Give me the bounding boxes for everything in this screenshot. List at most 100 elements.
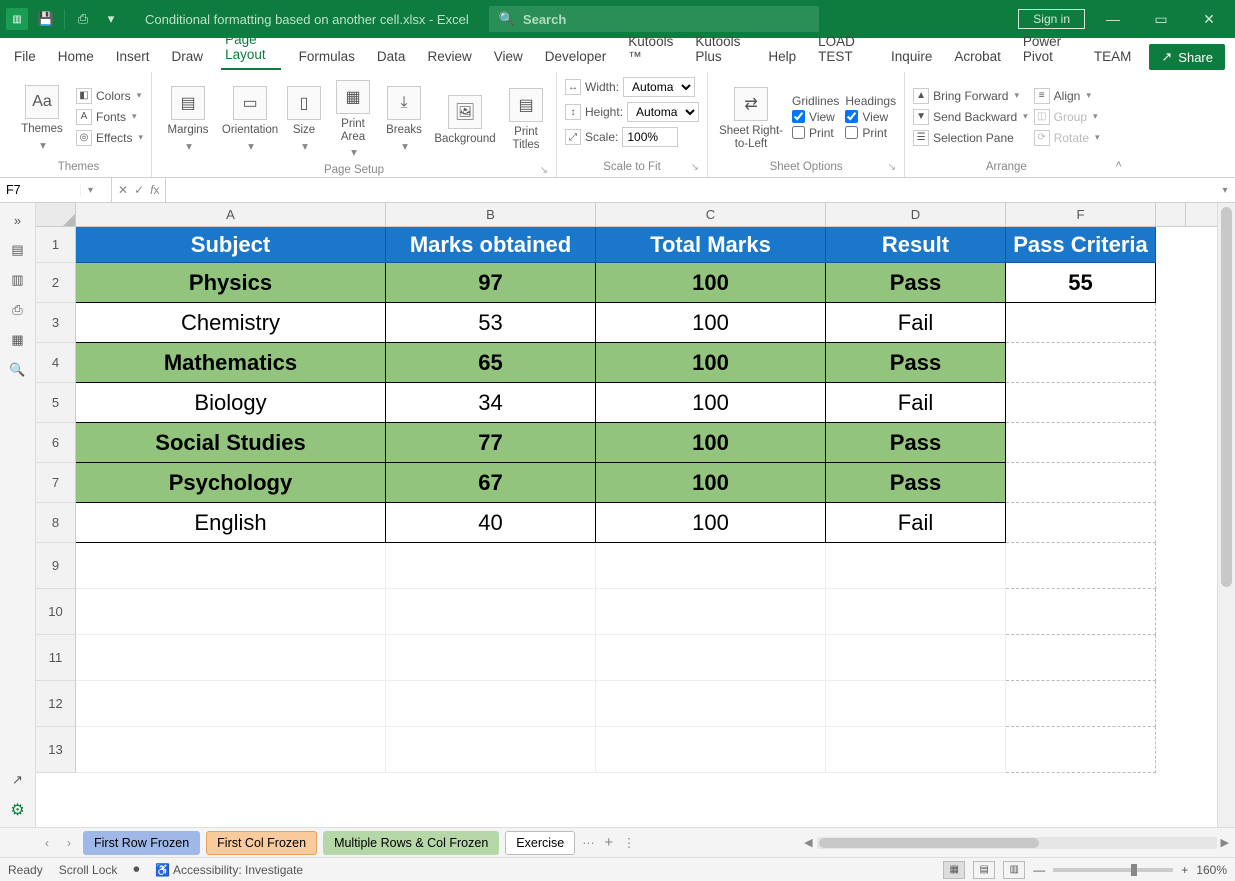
cell-subject[interactable]: Chemistry	[76, 303, 386, 343]
status-accessibility[interactable]: ♿ Accessibility: Investigate	[155, 863, 303, 877]
header-total[interactable]: Total Marks	[596, 227, 826, 263]
tab-draw[interactable]: Draw	[168, 43, 208, 70]
tab-home[interactable]: Home	[54, 43, 98, 70]
view-page-break-button[interactable]: ▥	[1003, 861, 1025, 879]
row-header[interactable]: 2	[36, 263, 76, 303]
print-area-button[interactable]: ▦Print Area▾	[330, 76, 376, 160]
cell-result[interactable]: Fail	[826, 503, 1006, 543]
print-icon[interactable]: ⎙	[73, 9, 93, 29]
header-marks[interactable]: Marks obtained	[386, 227, 596, 263]
background-button[interactable]: 🖼Background	[432, 91, 498, 146]
tab-data[interactable]: Data	[373, 43, 410, 70]
cell-marks[interactable]: 40	[386, 503, 596, 543]
header-result[interactable]: Result	[826, 227, 1006, 263]
cell-empty[interactable]	[1006, 503, 1156, 543]
row-header[interactable]: 1	[36, 227, 76, 263]
collapse-ribbon-button[interactable]: ˄	[1108, 72, 1130, 177]
tab-team[interactable]: TEAM	[1090, 43, 1136, 70]
cell-empty[interactable]	[826, 635, 1006, 681]
tab-file[interactable]: File	[10, 43, 40, 70]
zoom-slider-handle[interactable]	[1131, 864, 1137, 876]
tab-review[interactable]: Review	[423, 43, 475, 70]
colors-button[interactable]: ◧Colors▾	[76, 87, 143, 105]
cell-total[interactable]: 100	[596, 263, 826, 303]
fonts-button[interactable]: AFonts▾	[76, 108, 143, 126]
col-header-d[interactable]: D	[826, 203, 1006, 226]
col-header-a[interactable]: A	[76, 203, 386, 226]
tab-power-pivot[interactable]: Power Pivot	[1019, 28, 1076, 70]
sheet-options-launcher[interactable]: ↘	[888, 162, 896, 173]
sign-in-button[interactable]: Sign in	[1018, 9, 1085, 29]
cell-marks[interactable]: 65	[386, 343, 596, 383]
cell-marks[interactable]: 97	[386, 263, 596, 303]
row-header[interactable]: 13	[36, 727, 76, 773]
side-link-icon[interactable]: ↗	[9, 771, 27, 789]
cell-empty[interactable]	[826, 727, 1006, 773]
row-header[interactable]: 12	[36, 681, 76, 727]
tab-insert[interactable]: Insert	[112, 43, 154, 70]
enter-formula-icon[interactable]: ✓	[134, 183, 144, 197]
cell-marks[interactable]: 53	[386, 303, 596, 343]
align-button[interactable]: ≡Align▾	[1034, 87, 1100, 105]
side-table-icon[interactable]: ▦	[9, 331, 27, 349]
cell-empty[interactable]	[1006, 303, 1156, 343]
cell-empty[interactable]	[386, 635, 596, 681]
effects-button[interactable]: ◎Effects▾	[76, 129, 143, 147]
cell-empty[interactable]	[826, 589, 1006, 635]
cell-result[interactable]: Pass	[826, 463, 1006, 503]
fx-icon[interactable]: fx	[150, 183, 159, 197]
cell-empty[interactable]	[386, 589, 596, 635]
headings-view-check[interactable]: View	[845, 110, 896, 124]
row-header[interactable]: 6	[36, 423, 76, 463]
row-header[interactable]: 5	[36, 383, 76, 423]
hscroll-thumb[interactable]	[819, 838, 1039, 848]
hscroll-left[interactable]: ◀	[804, 836, 812, 849]
cell-empty[interactable]	[386, 681, 596, 727]
close-button[interactable]: ✕	[1189, 4, 1229, 34]
rotate-button[interactable]: ⟳Rotate▾	[1034, 129, 1100, 147]
cell-total[interactable]: 100	[596, 503, 826, 543]
cell-empty[interactable]	[826, 543, 1006, 589]
themes-button[interactable]: Aa Themes ▾	[14, 81, 70, 152]
zoom-slider[interactable]	[1053, 868, 1173, 872]
cell-empty[interactable]	[1006, 383, 1156, 423]
cell-subject[interactable]: English	[76, 503, 386, 543]
tab-view[interactable]: View	[490, 43, 527, 70]
side-settings-icon[interactable]: ⚙	[9, 801, 27, 819]
row-header[interactable]: 8	[36, 503, 76, 543]
zoom-out-button[interactable]: —	[1033, 863, 1045, 877]
tab-help[interactable]: Help	[764, 43, 800, 70]
zoom-in-button[interactable]: +	[1181, 863, 1188, 877]
zoom-level[interactable]: 160%	[1196, 863, 1227, 877]
cell-empty[interactable]	[76, 635, 386, 681]
gridlines-view-check[interactable]: View	[792, 110, 839, 124]
side-column-icon[interactable]: ▥	[9, 271, 27, 289]
expand-formula-bar[interactable]: ▾	[1215, 178, 1235, 202]
cell-subject[interactable]: Social Studies	[76, 423, 386, 463]
bring-forward-button[interactable]: ▲Bring Forward▾	[913, 87, 1028, 105]
tab-load-test[interactable]: LOAD TEST	[814, 28, 873, 70]
qat-dropdown-icon[interactable]: ▾	[101, 9, 121, 29]
cell-marks[interactable]: 34	[386, 383, 596, 423]
side-expand-icon[interactable]: »	[9, 211, 27, 229]
cell-empty[interactable]	[596, 727, 826, 773]
width-select[interactable]: Automatic	[623, 77, 695, 97]
name-box-dropdown[interactable]: ▾	[80, 185, 100, 196]
col-header-c[interactable]: C	[596, 203, 826, 226]
cell-subject[interactable]: Biology	[76, 383, 386, 423]
formula-input[interactable]	[166, 178, 1215, 202]
sheet-nav-right[interactable]: ›	[58, 836, 80, 850]
send-backward-button[interactable]: ▼Send Backward▾	[913, 108, 1028, 126]
cell-empty[interactable]	[76, 681, 386, 727]
side-find-icon[interactable]: 🔍	[9, 361, 27, 379]
height-select[interactable]: Automatic	[627, 102, 699, 122]
cell-empty[interactable]	[1006, 463, 1156, 503]
cell-empty[interactable]	[1006, 589, 1156, 635]
row-header[interactable]: 4	[36, 343, 76, 383]
save-icon[interactable]: 💾	[36, 9, 56, 29]
cell-result[interactable]: Pass	[826, 343, 1006, 383]
cell-subject[interactable]: Mathematics	[76, 343, 386, 383]
col-header-b[interactable]: B	[386, 203, 596, 226]
cell-empty[interactable]	[1006, 343, 1156, 383]
print-titles-button[interactable]: ▤Print Titles	[504, 84, 548, 151]
